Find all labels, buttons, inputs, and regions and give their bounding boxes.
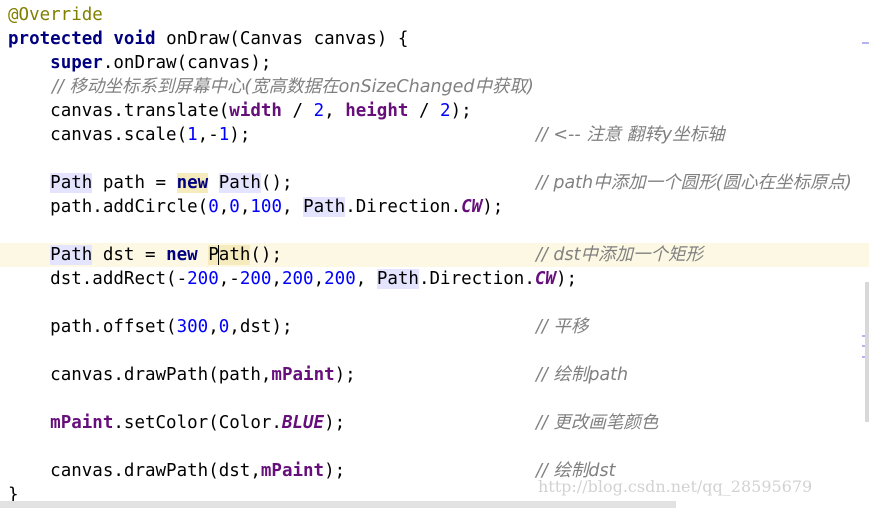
code-comment: // 平移 [536, 317, 589, 337]
watermark: http://blog.csdn.net/qq_28595679 [538, 477, 813, 496]
code-line-3: super.onDraw(canvas); [8, 51, 271, 75]
code-comment: // dst中添加一个矩形 [536, 245, 703, 265]
keyword: protected [8, 29, 103, 49]
keyword: super [50, 53, 103, 73]
code-line-20: canvas.drawPath(dst,mPaint); [50, 461, 346, 481]
code-line-16: canvas.drawPath(path,mPaint); [50, 365, 356, 385]
gutter-marker[interactable] [862, 42, 869, 44]
code-line-9: path.addCircle(0,0,100, Path.Direction.C… [50, 197, 504, 217]
method-signature: onDraw(Canvas canvas) { [155, 29, 409, 49]
vertical-scrollbar[interactable] [865, 282, 869, 422]
code-line-2: protected void onDraw(Canvas canvas) { [8, 27, 408, 51]
code-comment: // 移动坐标系到屏幕中心(宽高数据在onSizeChanged中获取) [52, 77, 534, 97]
code-line-8: Path path = new Path(); [50, 173, 293, 193]
code-line-5: canvas.translate(width / 2, height / 2); [50, 101, 472, 121]
code-editor[interactable]: @Override protected void onDraw(Canvas c… [0, 0, 869, 508]
code-line-1: @Override [8, 3, 103, 27]
code-comment: // 绘制path [536, 365, 629, 385]
code-line-6: canvas.scale(1,-1); [50, 125, 251, 145]
annotation: @Override [8, 5, 103, 25]
code-line-12: dst.addRect(-200,-200,200,200, Path.Dire… [50, 269, 578, 289]
code-text: .onDraw(canvas); [102, 53, 272, 73]
code-line-18: mPaint.setColor(Color.BLUE); [50, 413, 346, 433]
code-comment: // <-- 注意 翻转y坐标轴 [536, 125, 725, 145]
code-line-14: path.offset(300,0,dst); [50, 317, 293, 337]
code-comment: // path中添加一个圆形(圆心在坐标原点) [536, 173, 852, 193]
horizontal-scrollbar[interactable] [0, 501, 676, 508]
keyword: void [113, 29, 156, 49]
code-comment: // 更改画笔颜色 [536, 413, 659, 433]
code-line-11: Path dst = new Path(); [50, 245, 282, 265]
